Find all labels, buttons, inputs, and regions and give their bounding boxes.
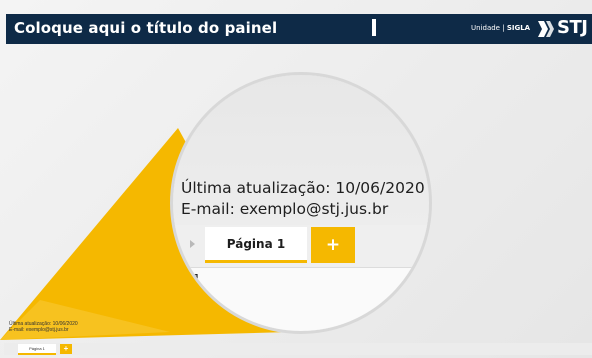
last-update-text: Última atualização: 10/06/2020 <box>181 179 425 197</box>
small-add-page-button[interactable]: + <box>60 344 72 354</box>
small-tab-bar: Página 1 + <box>4 343 592 355</box>
small-status-block: Última atualização: 10/06/2020 E-mail: e… <box>9 321 78 333</box>
tab-page-1-label: Página 1 <box>226 237 286 251</box>
dashboard-canvas: Coloque aqui o título do painel Unidade … <box>0 0 592 358</box>
unit-label: Unidade | SIGLA <box>471 24 530 32</box>
plus-icon: + <box>325 235 341 255</box>
page-tab-bar: Página 1 + <box>173 225 429 267</box>
small-tab-page-1[interactable]: Página 1 <box>18 344 56 355</box>
page-number: 1 <box>193 272 201 286</box>
magnifier-callout: Última atualização: 10/06/2020 E-mail: e… <box>170 72 432 334</box>
tab-page-1[interactable]: Página 1 <box>205 227 307 263</box>
panel-header: Coloque aqui o título do painel Unidade … <box>6 14 592 44</box>
header-divider <box>372 19 376 36</box>
logo-text: STJ <box>557 17 588 38</box>
add-page-button[interactable]: + <box>311 227 355 263</box>
unit-text: Unidade | <box>471 24 505 32</box>
small-email: E-mail: exemplo@stj.jus.br <box>9 327 69 333</box>
stj-logo-icon <box>538 21 554 37</box>
email-text: E-mail: exemplo@stj.jus.br <box>181 200 389 218</box>
triangle-right-icon[interactable] <box>190 240 195 248</box>
magnifier-bottom-area: 1 <box>173 267 429 331</box>
sigla-text: SIGLA <box>506 24 531 32</box>
panel-title: Coloque aqui o título do painel <box>14 19 278 37</box>
